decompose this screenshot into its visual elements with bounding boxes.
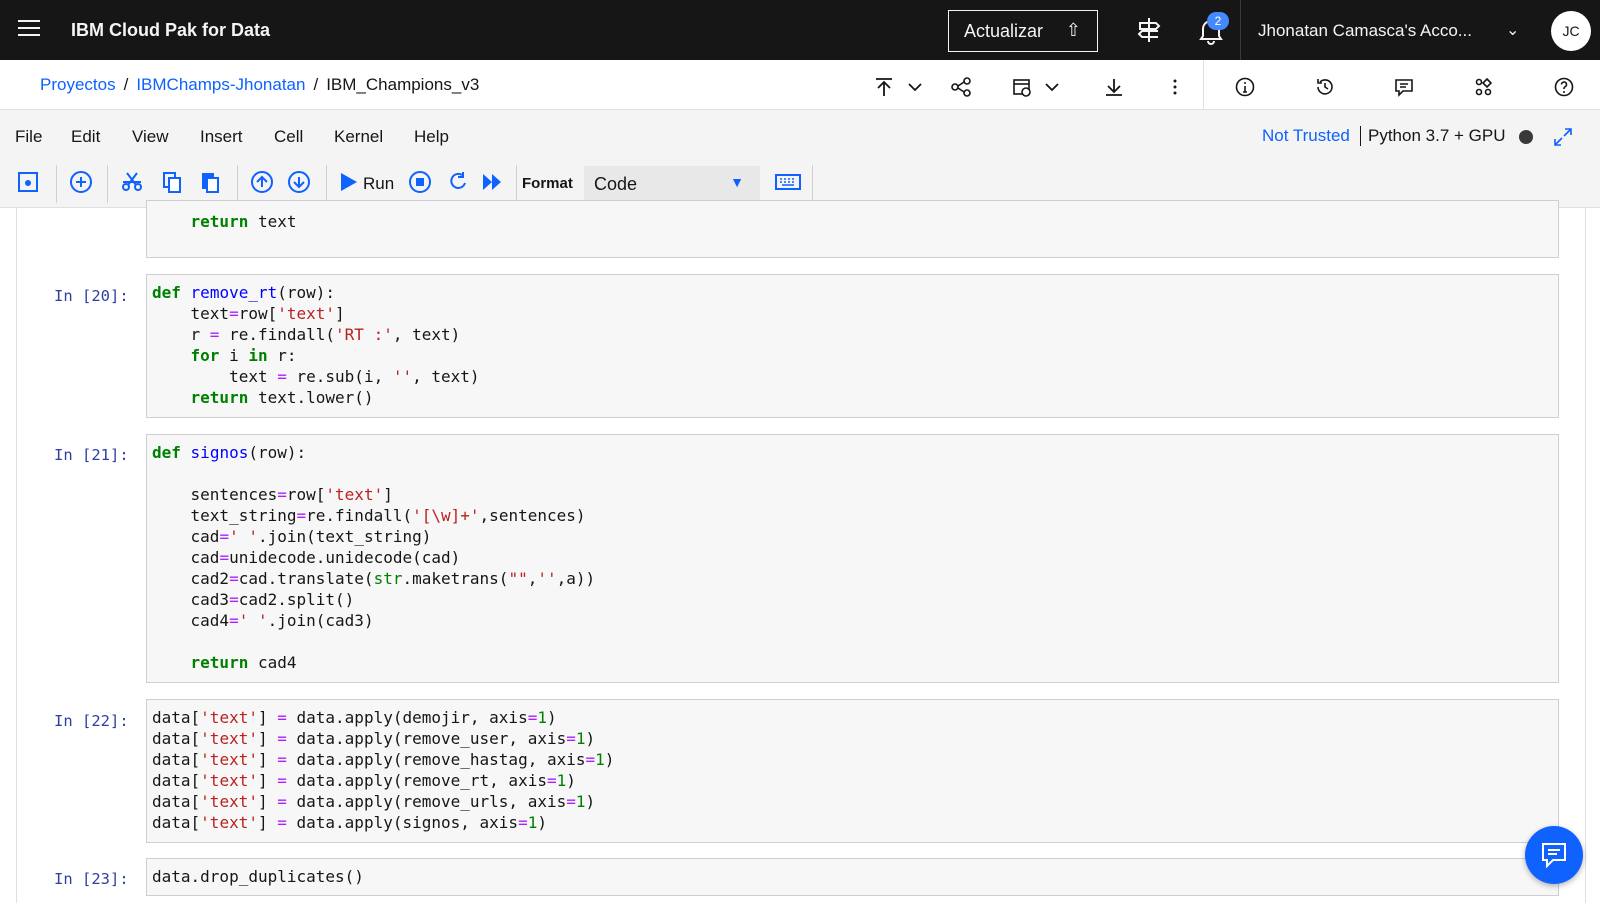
data-assets-icon[interactable] [1473, 76, 1495, 98]
code-cell-20[interactable]: def remove_rt(row): text=row['text'] r =… [146, 274, 1559, 418]
notebook-menu-bar: File Edit View Insert Cell Kernel Help N… [0, 110, 1600, 160]
brand-title[interactable]: IBM Cloud Pak for Data [71, 20, 270, 41]
code-cell-23[interactable]: data.drop_duplicates() [146, 858, 1559, 896]
signpost-icon[interactable] [1136, 16, 1162, 44]
download-icon[interactable] [1103, 76, 1125, 98]
move-up-icon[interactable] [250, 170, 274, 194]
menu-edit[interactable]: Edit [71, 127, 100, 147]
menu-kernel[interactable]: Kernel [334, 127, 383, 147]
run-icon[interactable] [337, 170, 361, 194]
hamburger-menu-icon[interactable] [18, 20, 40, 38]
notification-badge: 2 [1207, 12, 1229, 30]
run-all-icon[interactable] [480, 170, 504, 194]
breadcrumb: Proyectos / IBMChamps-Jhonatan / IBM_Champio… [40, 75, 480, 94]
menu-view[interactable]: View [132, 127, 169, 147]
overflow-menu-icon[interactable] [1164, 76, 1186, 98]
share-icon[interactable] [950, 76, 972, 98]
toolbar-divider [1203, 60, 1204, 110]
cell-prompt-23: In [23]: [54, 870, 129, 888]
save-icon[interactable] [16, 170, 40, 194]
info-icon[interactable] [1234, 76, 1256, 98]
account-switcher[interactable]: Jhonatan Camasca's Acco... [1258, 21, 1472, 41]
code-cell-previous[interactable]: return text [146, 200, 1559, 258]
cell-format-value: Code [594, 174, 638, 194]
upgrade-button-label: Actualizar [964, 21, 1044, 41]
add-cell-icon[interactable] [69, 170, 93, 194]
paste-icon[interactable] [198, 170, 222, 194]
schedule-icon[interactable] [1011, 76, 1033, 98]
arrow-up-icon: ⇧ [1065, 20, 1081, 40]
top-header: IBM Cloud Pak for Data Actualizar ⇧ 2 Jh… [0, 0, 1600, 60]
cell-prompt-20: In [20]: [54, 287, 129, 305]
menu-file[interactable]: File [15, 127, 42, 147]
menu-insert[interactable]: Insert [200, 127, 243, 147]
menu-help[interactable]: Help [414, 127, 449, 147]
version-history-icon[interactable] [1314, 76, 1336, 98]
cell-prompt-22: In [22]: [54, 712, 129, 730]
kernel-name[interactable]: Python 3.7 + GPU [1368, 126, 1506, 146]
cell-prompt-21: In [21]: [54, 446, 129, 464]
keyboard-icon[interactable] [774, 170, 802, 194]
comments-icon[interactable] [1393, 76, 1415, 98]
avatar[interactable]: JC [1551, 11, 1591, 51]
chat-icon [1542, 843, 1566, 869]
code-cell-21[interactable]: def signos(row): sentences=row['text'] t… [146, 434, 1559, 683]
header-divider [1240, 0, 1241, 60]
cell-format-select[interactable]: Code ▼ [584, 166, 760, 200]
caret-down-icon: ▼ [730, 174, 744, 190]
upgrade-button[interactable]: Actualizar ⇧ [948, 10, 1098, 52]
cut-icon[interactable] [120, 170, 144, 194]
kernel-divider [1360, 126, 1361, 146]
breadcrumb-projects[interactable]: Proyectos [40, 75, 116, 94]
breadcrumb-bar: Proyectos / IBMChamps-Jhonatan / IBM_Champio… [0, 60, 1600, 110]
expand-icon[interactable] [1552, 126, 1574, 148]
kernel-status-indicator [1519, 130, 1533, 144]
chevron-down-icon[interactable]: ⌄ [1506, 20, 1519, 40]
move-down-icon[interactable] [287, 170, 311, 194]
breadcrumb-current: IBM_Champions_v3 [326, 75, 480, 94]
copy-icon[interactable] [160, 170, 184, 194]
publish-icon[interactable] [873, 76, 895, 98]
restart-icon[interactable] [446, 170, 470, 194]
help-icon[interactable] [1553, 76, 1575, 98]
breadcrumb-project[interactable]: IBMChamps-Jhonatan [136, 75, 305, 94]
menu-cell[interactable]: Cell [274, 127, 303, 147]
interrupt-icon[interactable] [408, 170, 432, 194]
chevron-down-icon[interactable] [1041, 76, 1063, 98]
trust-status[interactable]: Not Trusted [1262, 126, 1350, 146]
run-button[interactable]: Run [363, 174, 394, 194]
chevron-down-icon[interactable] [904, 76, 926, 98]
chat-support-button[interactable] [1525, 826, 1583, 884]
format-label: Format [522, 175, 573, 192]
code-cell-22[interactable]: data['text'] = data.apply(demojir, axis=… [146, 699, 1559, 843]
